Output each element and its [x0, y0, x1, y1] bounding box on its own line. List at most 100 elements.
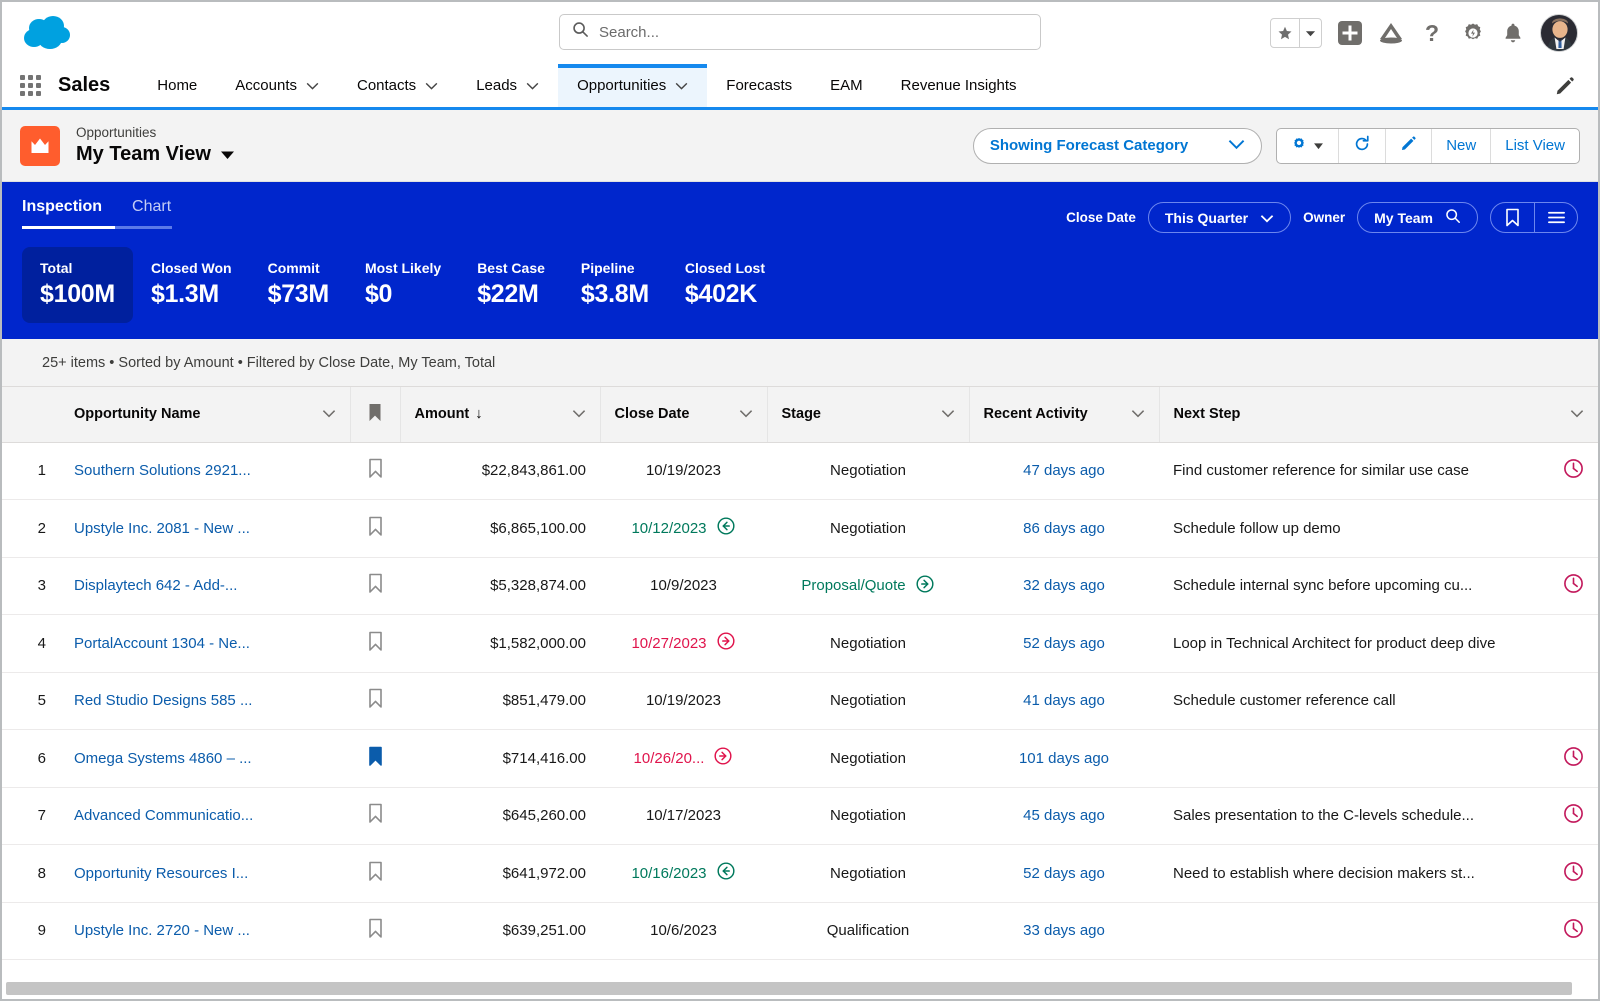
list-settings-gear-button[interactable]	[1277, 128, 1340, 163]
opportunity-link[interactable]: Displaytech 642 - Add-...	[74, 577, 237, 594]
help-question-icon[interactable]: ?	[1419, 20, 1445, 46]
nav-tab-forecasts[interactable]: Forecasts	[707, 64, 811, 107]
cell-bookmark[interactable]	[350, 672, 400, 730]
opportunity-link[interactable]: Opportunity Resources I...	[74, 865, 248, 882]
overdue-clock-icon[interactable]	[1563, 861, 1584, 886]
arrow-left-circle-icon[interactable]	[716, 861, 736, 885]
table-row[interactable]: 4 PortalAccount 1304 - Ne... $1,582,000.00…	[2, 614, 1598, 673]
cell-opportunity-name[interactable]: Opportunity Resources I...	[60, 844, 350, 903]
overdue-clock-icon[interactable]	[1563, 919, 1584, 943]
notifications-bell-icon[interactable]	[1501, 21, 1525, 45]
metric-total[interactable]: Total $100M	[22, 247, 133, 323]
metric-closed-lost[interactable]: Closed Lost $402K	[667, 247, 783, 323]
opportunity-link[interactable]: Upstyle Inc. 2081 - New ...	[74, 520, 250, 537]
setup-gear-icon[interactable]	[1460, 20, 1486, 46]
recent-activity-link[interactable]: 52 days ago	[1023, 865, 1105, 882]
table-row[interactable]: 2 Upstyle Inc. 2081 - New ... $6,865,100.0…	[2, 499, 1598, 558]
new-button[interactable]: New	[1432, 128, 1492, 163]
column-header-amount[interactable]: Amount ↓	[400, 387, 601, 443]
overdue-clock-icon[interactable]	[1563, 459, 1584, 483]
bookmark-icon[interactable]	[368, 688, 383, 713]
tab-chart[interactable]: Chart	[132, 198, 171, 227]
favorites-star-icon[interactable]	[1271, 19, 1299, 47]
cell-bookmark[interactable]	[350, 557, 400, 615]
table-row[interactable]: 8 Opportunity Resources I... $641,972.00 10…	[2, 844, 1598, 903]
nav-tab-leads[interactable]: Leads	[457, 64, 558, 107]
cell-bookmark[interactable]	[350, 902, 400, 960]
arrow-right-circle-icon[interactable]	[716, 631, 736, 655]
metric-most-likely[interactable]: Most Likely $0	[347, 247, 459, 323]
favorites-dropdown-icon[interactable]	[1299, 19, 1321, 47]
cell-opportunity-name[interactable]: Omega Systems 4860 – ...	[60, 729, 350, 788]
bookmark-icon[interactable]	[368, 918, 383, 943]
favorites-group[interactable]	[1270, 18, 1322, 48]
chevron-down-icon[interactable]	[1570, 406, 1584, 422]
cell-bookmark[interactable]	[350, 442, 400, 500]
column-header-recent-activity[interactable]: Recent Activity	[969, 387, 1160, 443]
bookmark-icon[interactable]	[368, 573, 383, 598]
table-row[interactable]: 3 Displaytech 642 - Add-... $5,328,874.00 1…	[2, 557, 1598, 615]
cell-opportunity-name[interactable]: Upstyle Inc. 2081 - New ...	[60, 499, 350, 558]
cell-bookmark[interactable]	[350, 614, 400, 673]
close-date-filter-select[interactable]: This Quarter	[1147, 202, 1292, 233]
table-row[interactable]: 6 Omega Systems 4860 – ... $714,416.00 10/2…	[2, 729, 1598, 788]
chevron-down-icon[interactable]	[425, 77, 438, 94]
bookmark-icon[interactable]	[368, 516, 383, 541]
setup-assistant-icon[interactable]	[1378, 20, 1404, 46]
chevron-down-icon[interactable]	[526, 77, 539, 94]
cell-recent-activity[interactable]: 32 days ago	[969, 557, 1159, 615]
hamburger-list-icon[interactable]	[1534, 203, 1577, 232]
bookmark-icon[interactable]	[368, 458, 383, 483]
chevron-down-icon[interactable]	[1228, 137, 1245, 154]
recent-activity-link[interactable]: 41 days ago	[1023, 692, 1105, 709]
edit-button[interactable]	[1386, 128, 1433, 163]
forecast-category-select[interactable]: Showing Forecast Category	[972, 127, 1263, 164]
cell-opportunity-name[interactable]: Displaytech 642 - Add-...	[60, 557, 350, 615]
pencil-icon[interactable]	[1554, 64, 1598, 107]
chevron-down-icon[interactable]	[941, 406, 955, 422]
table-row[interactable]: 9 Upstyle Inc. 2720 - New ... $639,251.00 1…	[2, 902, 1598, 960]
overdue-clock-icon[interactable]	[1563, 804, 1584, 828]
cell-opportunity-name[interactable]: Red Studio Designs 585 ...	[60, 672, 350, 730]
cell-recent-activity[interactable]: 52 days ago	[969, 844, 1159, 903]
column-header-bookmark[interactable]	[350, 387, 401, 443]
recent-activity-link[interactable]: 86 days ago	[1023, 520, 1105, 537]
list-view-button[interactable]: List View	[1491, 129, 1579, 163]
nav-tab-opportunities[interactable]: Opportunities	[558, 64, 708, 107]
recent-activity-link[interactable]: 33 days ago	[1023, 922, 1105, 939]
column-header-stage[interactable]: Stage	[767, 387, 970, 443]
column-header-next-step[interactable]: Next Step	[1159, 387, 1598, 443]
cell-recent-activity[interactable]: 52 days ago	[969, 614, 1159, 673]
cell-opportunity-name[interactable]: Advanced Communicatio...	[60, 787, 350, 845]
bookmark-icon[interactable]	[368, 631, 383, 656]
table-row[interactable]: 1 Southern Solutions 2921... $22,843,861.0…	[2, 442, 1598, 500]
chevron-down-icon[interactable]	[306, 77, 319, 94]
recent-activity-link[interactable]: 32 days ago	[1023, 577, 1105, 594]
cell-recent-activity[interactable]: 45 days ago	[969, 787, 1159, 845]
chevron-down-icon[interactable]	[1260, 210, 1274, 226]
table-row[interactable]: 7 Advanced Communicatio... $645,260.00 10/1…	[2, 787, 1598, 845]
nav-tab-revenue-insights[interactable]: Revenue Insights	[882, 64, 1036, 107]
scrollbar-thumb[interactable]	[6, 982, 1572, 995]
bookmark-icon[interactable]	[368, 746, 383, 771]
recent-activity-link[interactable]: 47 days ago	[1023, 462, 1105, 479]
scrollbar-track[interactable]	[6, 982, 1594, 995]
chevron-down-icon[interactable]	[675, 77, 688, 94]
tab-inspection[interactable]: Inspection	[22, 198, 102, 227]
bookmark-icon[interactable]	[368, 803, 383, 828]
bookmark-icon[interactable]	[368, 861, 383, 886]
column-header-close-date[interactable]: Close Date	[600, 387, 768, 443]
overdue-clock-icon[interactable]	[1563, 746, 1584, 771]
app-launcher-icon[interactable]	[2, 64, 58, 107]
nav-tab-accounts[interactable]: Accounts	[216, 64, 338, 107]
cell-opportunity-name[interactable]: PortalAccount 1304 - Ne...	[60, 614, 350, 673]
search-icon[interactable]	[1445, 208, 1461, 227]
cell-bookmark[interactable]	[350, 499, 400, 558]
arrow-right-circle-icon[interactable]	[713, 746, 733, 770]
chevron-down-icon[interactable]	[1131, 406, 1145, 422]
cell-bookmark[interactable]	[350, 844, 400, 903]
metric-pipeline[interactable]: Pipeline $3.8M	[563, 247, 667, 323]
nav-tab-contacts[interactable]: Contacts	[338, 64, 457, 107]
chevron-down-icon[interactable]	[739, 406, 753, 422]
refresh-button[interactable]	[1339, 128, 1387, 163]
